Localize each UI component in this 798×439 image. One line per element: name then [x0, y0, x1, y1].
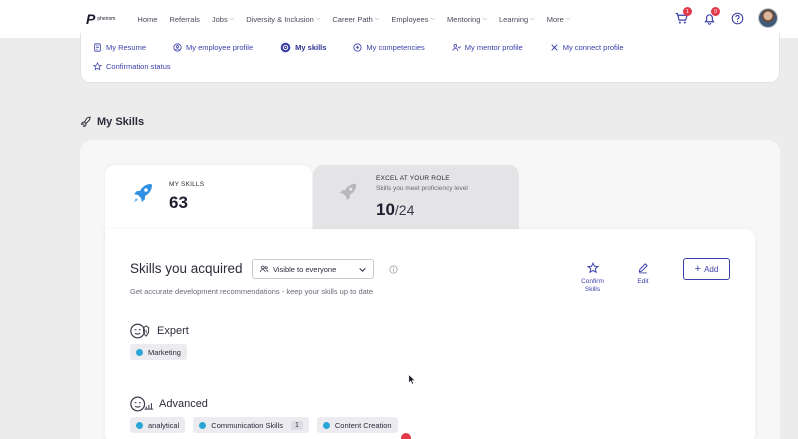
- skill-chip[interactable]: Content Creation: [316, 417, 398, 433]
- rocket-icon: [134, 184, 152, 202]
- link-my-mentor-profile[interactable]: My mentor profile: [452, 42, 523, 53]
- skill-dot: [322, 421, 330, 429]
- nav-menu: Home Referrals Jobs ⌵ Diversity & Inclusi…: [137, 15, 570, 24]
- help-icon: [731, 12, 743, 24]
- chevron-down-icon: ⌵: [374, 15, 380, 22]
- tab-excel-at-role[interactable]: EXCEL AT YOUR ROLE Skills you meet profi…: [313, 165, 519, 229]
- chevron-down-icon: ⌵: [229, 15, 235, 22]
- chevron-down-icon: [359, 267, 366, 272]
- users-icon: [259, 265, 269, 273]
- link-my-skills[interactable]: My skills: [280, 42, 326, 53]
- skills-heading: Skills you acquired: [130, 261, 243, 276]
- mouse-cursor-icon: [408, 374, 416, 385]
- nav-item-career-path[interactable]: Career Path ⌵: [332, 15, 379, 24]
- edit-button[interactable]: Edit: [630, 262, 656, 286]
- nav-actions: 1 0: [674, 7, 778, 28]
- profile-icon: [173, 43, 182, 52]
- endorsement-count: 1: [290, 420, 303, 430]
- svg-text:$: $: [145, 329, 148, 334]
- visibility-dropdown[interactable]: Visible to everyone: [252, 259, 374, 279]
- link-my-competencies[interactable]: My competencies: [353, 42, 425, 53]
- excel-subtitle: Skills you meet proficiency level: [376, 185, 468, 192]
- excel-count: 10/24: [376, 200, 415, 219]
- level-name: Expert: [157, 325, 189, 337]
- nav-item-jobs[interactable]: Jobs ⌵: [212, 15, 234, 24]
- level-expert: $ Expert: [130, 322, 189, 340]
- nav-item-learning[interactable]: Learning ⌵: [499, 15, 535, 24]
- skill-dot: [199, 421, 207, 429]
- skills-icon: [280, 42, 291, 53]
- skill-chip[interactable]: Marketing: [130, 344, 187, 360]
- profile-links: My Resume My employee profile My skills …: [93, 42, 624, 53]
- expert-chips: Marketing: [130, 344, 187, 360]
- expert-icon: $: [130, 323, 150, 339]
- advanced-icon: [130, 396, 154, 412]
- skill-chip[interactable]: analytical: [130, 417, 186, 433]
- my-skills-label: MY SKILLS: [169, 181, 205, 188]
- skills-hint: Get accurate development recommendations…: [130, 287, 374, 296]
- link-my-connect-profile[interactable]: My connect profile: [550, 42, 624, 53]
- link-my-resume[interactable]: My Resume: [93, 42, 146, 53]
- link-confirmation-status[interactable]: Confirmation status: [93, 62, 171, 71]
- level-name: Advanced: [159, 398, 208, 410]
- visibility-value: Visible to everyone: [273, 264, 337, 274]
- my-skills-count: 63: [169, 193, 188, 212]
- pencil-icon: [638, 263, 648, 274]
- skill-dot: [136, 348, 143, 356]
- skill-chip[interactable]: Communication Skills 1: [193, 417, 309, 433]
- star-icon: [586, 262, 599, 274]
- notification-badge: 0: [711, 7, 720, 16]
- cart-button[interactable]: 1: [674, 7, 692, 25]
- excel-total: /24: [394, 202, 415, 218]
- notifications-button[interactable]: 0: [702, 7, 720, 25]
- mentor-icon: [452, 44, 461, 51]
- logo-text: phenom: [97, 16, 116, 22]
- chevron-down-icon: ⌵: [530, 15, 535, 22]
- chevron-down-icon: ⌵: [315, 15, 321, 22]
- nav-item-employees[interactable]: Employees ⌵: [391, 15, 435, 24]
- cart-badge: 1: [683, 7, 692, 16]
- profile-links-panel: My Resume My employee profile My skills …: [80, 33, 780, 83]
- chevron-down-icon: ⌵: [565, 15, 571, 22]
- add-skill-button[interactable]: + Add: [683, 258, 730, 280]
- star-icon: [93, 62, 102, 71]
- link-my-employee-profile[interactable]: My employee profile: [173, 42, 253, 53]
- excel-label: EXCEL AT YOUR ROLE: [376, 175, 450, 182]
- rocket-icon: [80, 116, 91, 128]
- competency-icon: [353, 43, 362, 52]
- skill-dot: [136, 421, 143, 429]
- chevron-down-icon: ⌵: [482, 15, 487, 22]
- resume-icon: [94, 43, 101, 52]
- nav-item-mentoring[interactable]: Mentoring ⌵: [447, 15, 487, 24]
- confirm-skills-button[interactable]: Confirm Skills: [570, 262, 615, 294]
- section-title: My Skills: [80, 116, 144, 128]
- logo-mark: P: [86, 11, 96, 27]
- help-button[interactable]: [730, 11, 744, 25]
- logo[interactable]: P phenom: [86, 11, 115, 27]
- nav-item-home[interactable]: Home: [137, 15, 157, 24]
- nav-item-referrals[interactable]: Referrals: [169, 15, 199, 24]
- chevron-down-icon: ⌵: [430, 15, 436, 22]
- connect-icon: [551, 44, 558, 51]
- notification-dot: [401, 433, 411, 439]
- advanced-chips: analytical Communication Skills 1 Content…: [130, 417, 398, 433]
- avatar[interactable]: [758, 8, 778, 28]
- nav-item-more[interactable]: More ⌵: [547, 15, 571, 24]
- level-advanced: Advanced: [130, 395, 208, 413]
- nav-item-diversity[interactable]: Diversity & Inclusion ⌵: [246, 15, 320, 24]
- info-icon[interactable]: [389, 265, 398, 274]
- rocket-icon: [339, 183, 357, 201]
- plus-icon: +: [694, 262, 702, 275]
